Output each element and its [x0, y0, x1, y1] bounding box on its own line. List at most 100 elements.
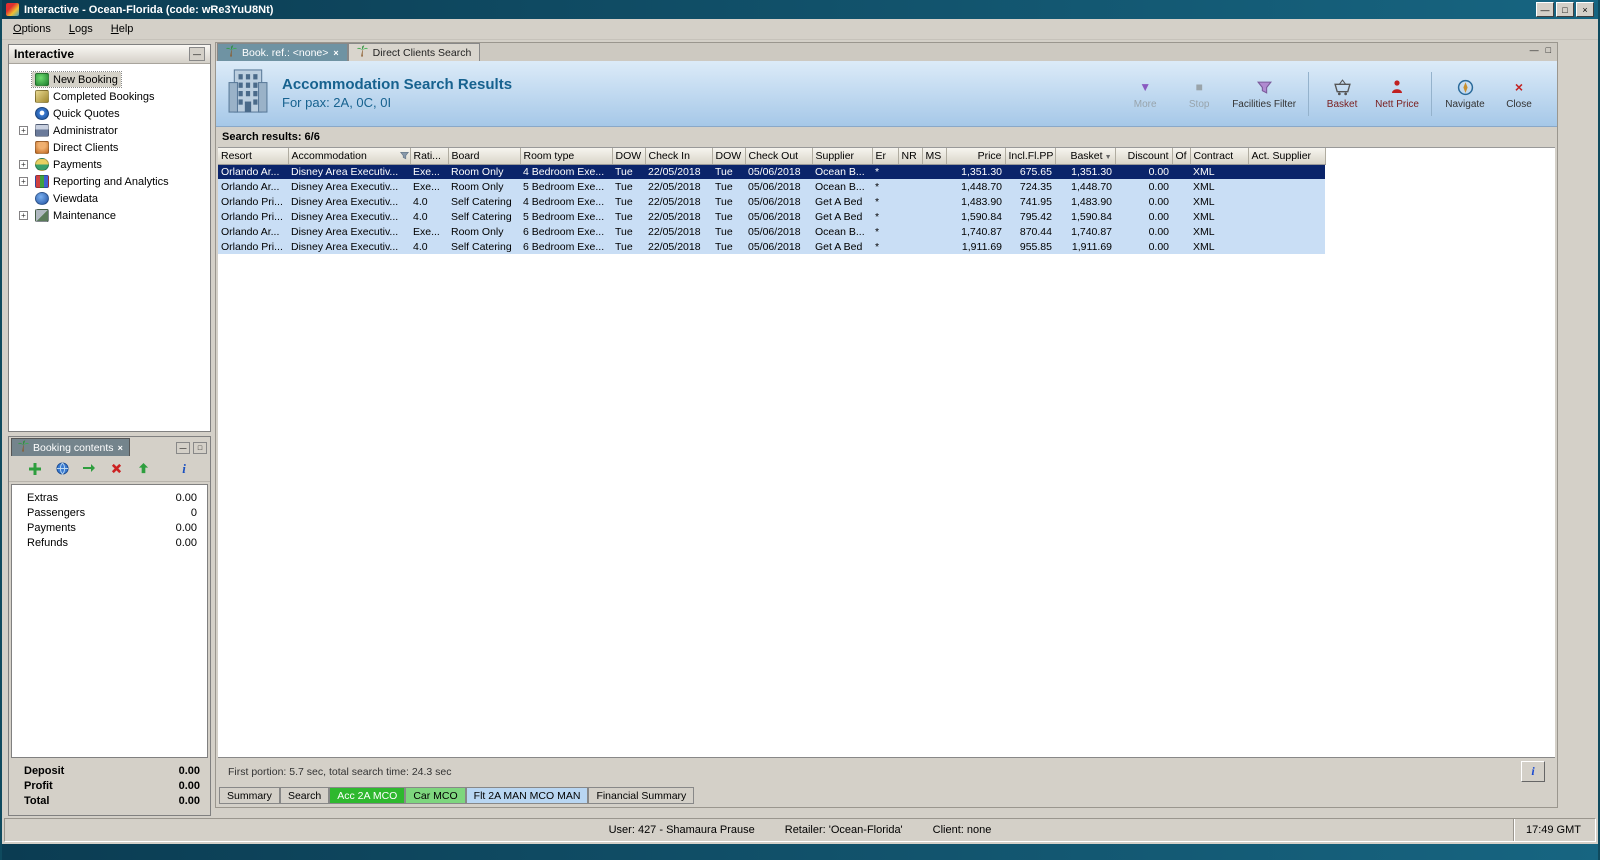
column-header-ms[interactable]: MS [922, 148, 947, 165]
result-row[interactable]: Orlando Pri... Disney Area Executiv... 4.0… [218, 239, 1325, 254]
column-header-contract[interactable]: Contract [1190, 148, 1249, 165]
basket-button[interactable]: Basket [1316, 77, 1368, 110]
restore-button[interactable]: □ [1556, 2, 1574, 17]
column-header-resort[interactable]: Resort [218, 148, 289, 165]
column-header-basket[interactable]: Basket ▼ [1055, 148, 1116, 165]
column-header-room-type[interactable]: Room type [520, 148, 613, 165]
delete-item-button[interactable] [108, 461, 124, 477]
payments-icon [35, 158, 49, 171]
menu-logs[interactable]: Logs [60, 21, 102, 37]
booking-total-profit: Profit 0.00 [24, 778, 200, 793]
menu-help[interactable]: Help [102, 21, 143, 37]
column-header-dow[interactable]: DOW [612, 148, 646, 165]
expand-icon[interactable]: + [19, 177, 28, 186]
booking-info-button[interactable]: i [176, 461, 192, 477]
palm-icon [18, 440, 29, 455]
result-row[interactable]: Orlando Ar... Disney Area Executiv... Exe.… [218, 164, 1325, 179]
bottom-tab-acc-2a-mco[interactable]: Acc 2A MCO [329, 787, 406, 804]
bottom-tab-financial-summary[interactable]: Financial Summary [588, 787, 695, 804]
booking-toolbar: i [9, 456, 210, 482]
cell-check-out: 05/06/2018 [748, 180, 801, 193]
booking-item-label: Extras [27, 491, 59, 504]
completed-bookings-icon [35, 90, 49, 103]
column-header-accommodation[interactable]: Accommodation [288, 148, 411, 165]
tab-book-ref[interactable]: Book. ref.: <none> × [217, 43, 348, 61]
booking-item-label: Refunds [27, 536, 68, 549]
column-header-discount[interactable]: Discount [1115, 148, 1173, 165]
menu-options[interactable]: Options [4, 21, 60, 37]
bottom-tab-summary[interactable]: Summary [219, 787, 280, 804]
tab-close-icon[interactable]: × [333, 48, 338, 58]
expand-icon[interactable]: + [19, 211, 28, 220]
column-header-check-out[interactable]: Check Out [745, 148, 813, 165]
result-row[interactable]: Orlando Ar... Disney Area Executiv... Exe.… [218, 224, 1325, 239]
column-header-rati[interactable]: Rati... [410, 148, 449, 165]
column-header-of[interactable]: Of [1172, 148, 1191, 165]
column-header-nr[interactable]: NR [898, 148, 923, 165]
bottom-tab-flt-2a-man-mco-man[interactable]: Flt 2A MAN MCO MAN [465, 787, 589, 804]
cell-er: * [875, 225, 880, 238]
column-header-price[interactable]: Price [946, 148, 1006, 165]
sidebar-item-payments[interactable]: + Payments [9, 156, 210, 173]
tab-direct-clients-search[interactable]: Direct Clients Search [347, 43, 481, 61]
tree-row-content: New Booking [31, 71, 122, 88]
column-header-supplier[interactable]: Supplier [812, 148, 873, 165]
sidebar-collapse-button[interactable]: — [189, 47, 205, 61]
column-header-act-supplier[interactable]: Act. Supplier [1248, 148, 1326, 165]
expand-icon[interactable]: + [19, 126, 28, 135]
pane-restore-icon[interactable]: □ [1546, 45, 1551, 55]
result-row[interactable]: Orlando Pri... Disney Area Executiv... 4.0… [218, 209, 1325, 224]
results-count-label: Search results: 6/6 [222, 131, 320, 143]
navigate-button[interactable]: Navigate [1439, 77, 1491, 110]
facilities-filter-button[interactable]: Facilities Filter [1227, 77, 1301, 110]
pane-minimize-icon[interactable]: — [1530, 45, 1539, 55]
booking-restore-button[interactable]: □ [193, 442, 207, 454]
minimize-button[interactable]: — [1536, 2, 1554, 17]
column-header-er[interactable]: Er [872, 148, 899, 165]
sidebar-item-viewdata[interactable]: Viewdata [9, 190, 210, 207]
column-filter-icon[interactable] [399, 151, 409, 163]
bottom-tab-car-mco[interactable]: Car MCO [405, 787, 466, 804]
sidebar-item-direct-clients[interactable]: Direct Clients [9, 139, 210, 156]
sidebar-item-quick-quotes[interactable]: Quick Quotes [9, 105, 210, 122]
column-header-incl-fl-pp[interactable]: Incl.Fl.PP [1005, 148, 1056, 165]
add-item-button[interactable] [27, 461, 43, 477]
sidebar-item-administrator[interactable]: + Administrator [9, 122, 210, 139]
booking-contents-tab[interactable]: Booking contents × [11, 438, 130, 456]
booking-minimize-button[interactable]: — [176, 442, 190, 454]
cell-board: Room Only [451, 180, 504, 193]
result-row[interactable]: Orlando Pri... Disney Area Executiv... 4.0… [218, 194, 1325, 209]
close-button[interactable]: × Close [1493, 77, 1545, 110]
sidebar-item-completed-bookings[interactable]: Completed Bookings [9, 88, 210, 105]
expand-icon[interactable]: + [19, 160, 28, 169]
sidebar-item-maintenance[interactable]: + Maintenance [9, 207, 210, 224]
column-header-dow[interactable]: DOW [712, 148, 746, 165]
booking-item-refunds[interactable]: Refunds 0.00 [12, 535, 207, 550]
nett-price-button[interactable]: Nett Price [1370, 77, 1424, 110]
sidebar-panel: Interactive — New Booking Completed Booki… [8, 44, 211, 432]
transfer-button[interactable] [81, 461, 97, 477]
sidebar-item-reporting-and-analytics[interactable]: + Reporting and Analytics [9, 173, 210, 190]
cell-of [1172, 194, 1190, 209]
column-header-check-in[interactable]: Check In [645, 148, 713, 165]
bottom-tab-search[interactable]: Search [279, 787, 330, 804]
cell-contract: XML [1193, 210, 1215, 223]
move-up-button[interactable] [135, 461, 151, 477]
booking-item-passengers[interactable]: Passengers 0 [12, 505, 207, 520]
statusbar-center: User: 427 - Shamaura Prause Retailer: 'O… [609, 824, 992, 836]
close-button[interactable]: × [1576, 2, 1594, 17]
sidebar-item-new-booking[interactable]: New Booking [9, 71, 210, 88]
booking-item-extras[interactable]: Extras 0.00 [12, 490, 207, 505]
cell-contract: XML [1193, 225, 1215, 238]
booking-item-payments[interactable]: Payments 0.00 [12, 520, 207, 535]
booking-contents-close-icon[interactable]: × [118, 443, 123, 453]
cell-supplier: Get A Bed [815, 210, 863, 223]
result-row[interactable]: Orlando Ar... Disney Area Executiv... Exe.… [218, 179, 1325, 194]
column-header-board[interactable]: Board [448, 148, 521, 165]
world-button[interactable] [54, 461, 70, 477]
cell-contract: XML [1193, 240, 1215, 253]
info-button[interactable]: i [1521, 761, 1545, 782]
booking-total-value: 0.00 [178, 779, 200, 792]
cell-dow: Tue [615, 210, 633, 223]
cell-check-out: 05/06/2018 [748, 195, 801, 208]
